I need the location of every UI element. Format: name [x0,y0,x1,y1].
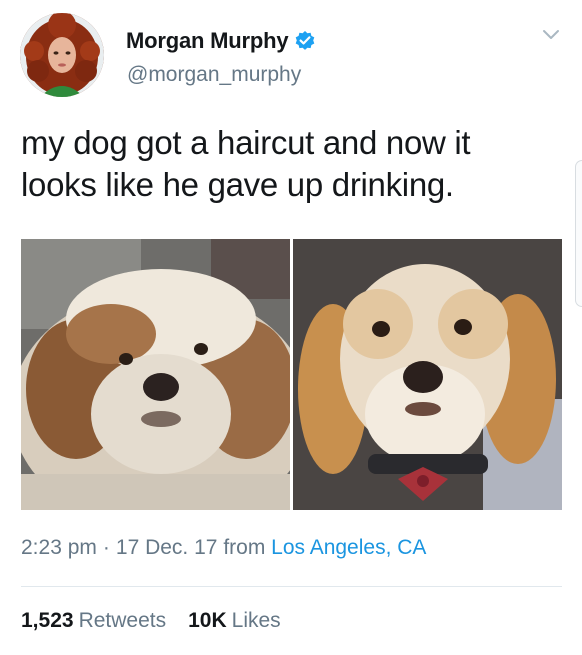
meta-separator: · [102,536,110,559]
tweet-meta: 2:23 pm · 17 Dec. 17 from Los Angeles, CA [21,536,426,560]
likes-label: Likes [231,609,281,632]
display-name[interactable]: Morgan Murphy [126,28,289,54]
user-name-row[interactable]: Morgan Murphy [126,28,316,54]
scrollbar[interactable] [575,160,582,307]
from-label: from [223,536,266,559]
tweet-photos[interactable] [21,239,562,510]
likes-count: 10K [188,609,227,632]
avatar[interactable] [20,13,104,97]
chevron-down-icon[interactable] [542,28,560,42]
tweet-location[interactable]: Los Angeles, CA [271,536,426,559]
user-handle[interactable]: @morgan_murphy [127,63,301,87]
photo-dog-before[interactable] [21,239,290,510]
retweets-label: Retweets [78,609,167,632]
tweet-card: Morgan Murphy @morgan_murphy my dog got … [0,0,582,655]
tweet-text: my dog got a haircut and now it looks li… [21,124,471,203]
divider [21,586,562,587]
tweet-date[interactable]: 17 Dec. 17 [116,536,218,559]
photo-dog-after[interactable] [293,239,562,510]
verified-badge-icon [294,30,316,52]
tweet-time[interactable]: 2:23 pm [21,536,97,559]
retweets-count: 1,523 [21,609,74,632]
retweets-stat[interactable]: 1,523 Retweets [21,609,166,632]
likes-stat[interactable]: 10K Likes [188,609,281,632]
tweet-stats: 1,523 Retweets 10K Likes [21,609,303,633]
avatar-image [20,13,104,97]
